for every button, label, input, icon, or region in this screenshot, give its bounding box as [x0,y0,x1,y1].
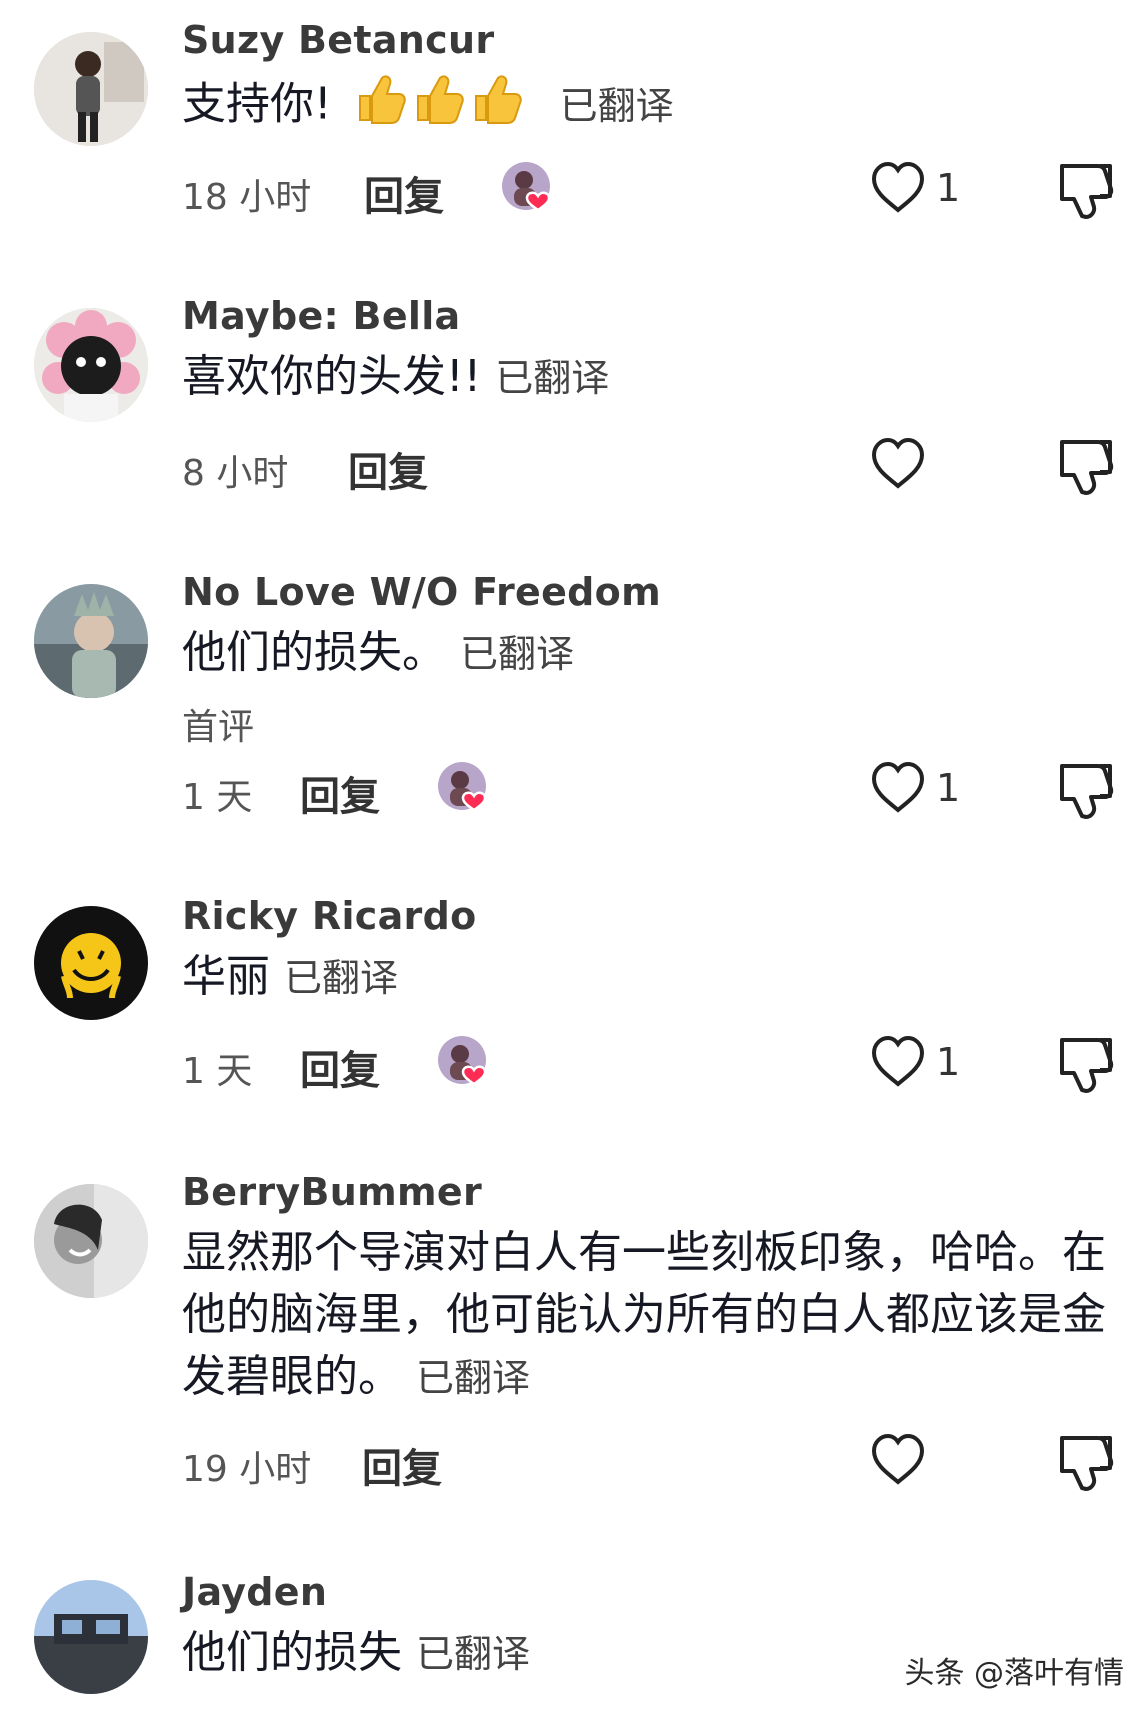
username[interactable]: Suzy Betancur [182,18,494,62]
thumbs-down-outline-icon[interactable] [1054,1430,1118,1494]
translated-label[interactable]: 已翻译 [416,1356,530,1400]
username[interactable]: Ricky Ricardo [182,894,477,938]
reply-button[interactable]: 回复 [364,164,444,222]
thumbs-down-outline-icon[interactable] [1054,758,1118,822]
comment-actions: 8 小时 回复 [182,434,1122,496]
translated-label[interactable]: 已翻译 [284,956,398,1000]
reply-button[interactable]: 回复 [300,1038,380,1096]
avatar[interactable] [34,1580,148,1694]
avatar[interactable] [34,1184,148,1298]
translated-label[interactable]: 已翻译 [495,356,609,400]
heart-outline-icon[interactable] [868,758,928,818]
username[interactable]: No Love W/O Freedom [182,570,661,614]
comment-text: 支持你! 已翻译 [182,70,1112,143]
username[interactable]: Maybe: Bella [182,294,461,338]
comment-actions: 18 小时 回复 1 [182,158,1122,220]
comment-time: 1 天 [182,777,253,818]
translated-label[interactable]: 已翻译 [416,1632,530,1676]
comment-time: 8 小时 [182,453,289,494]
comment-actions: 1 天 回复 1 [182,758,1122,820]
translated-label[interactable]: 已翻译 [560,84,674,128]
avatar[interactable] [34,32,148,146]
watermark: 头条 @落叶有情 [904,1656,1124,1691]
comment-actions: 1 天 回复 1 [182,1032,1122,1094]
avatar[interactable] [34,906,148,1020]
thumbs-down-outline-icon[interactable] [1054,158,1118,222]
comment-time: 1 天 [182,1051,253,1092]
thumbs-up-emoji-icon [352,70,532,143]
reply-button[interactable]: 回复 [300,764,380,822]
comment-time: 18 小时 [182,177,312,218]
like-count: 1 [936,166,961,210]
username[interactable]: BerryBummer [182,1170,482,1214]
comment-text: 他们的损失。 已翻译 [182,627,575,678]
creator-liked-badge-icon [436,1032,496,1092]
username[interactable]: Jayden [182,1570,327,1614]
creator-liked-badge-icon [436,758,496,818]
thumbs-down-outline-icon[interactable] [1054,434,1118,498]
heart-outline-icon[interactable] [868,1430,928,1490]
reply-button[interactable]: 回复 [348,440,428,498]
heart-outline-icon[interactable] [868,1032,928,1092]
comment-text: 显然那个导演对白人有一些刻板印象，哈哈。在他的脑海里，他可能认为所有的白人都应该… [182,1227,1106,1402]
translated-label[interactable]: 已翻译 [460,632,574,676]
comment-text: 喜欢你的头发!! 已翻译 [182,351,610,402]
heart-outline-icon[interactable] [868,158,928,218]
reply-button[interactable]: 回复 [362,1436,442,1494]
comment-text: 华丽 已翻译 [182,951,399,1002]
comment-actions: 19 小时 回复 [182,1430,1122,1492]
first-comment-tag: 首评 [182,707,255,748]
avatar[interactable] [34,584,148,698]
heart-outline-icon[interactable] [868,434,928,494]
like-count: 1 [936,1040,961,1084]
like-count: 1 [936,766,961,810]
avatar[interactable] [34,308,148,422]
thumbs-down-outline-icon[interactable] [1054,1032,1118,1096]
comment-time: 19 小时 [182,1449,312,1490]
creator-liked-badge-icon [500,158,560,218]
